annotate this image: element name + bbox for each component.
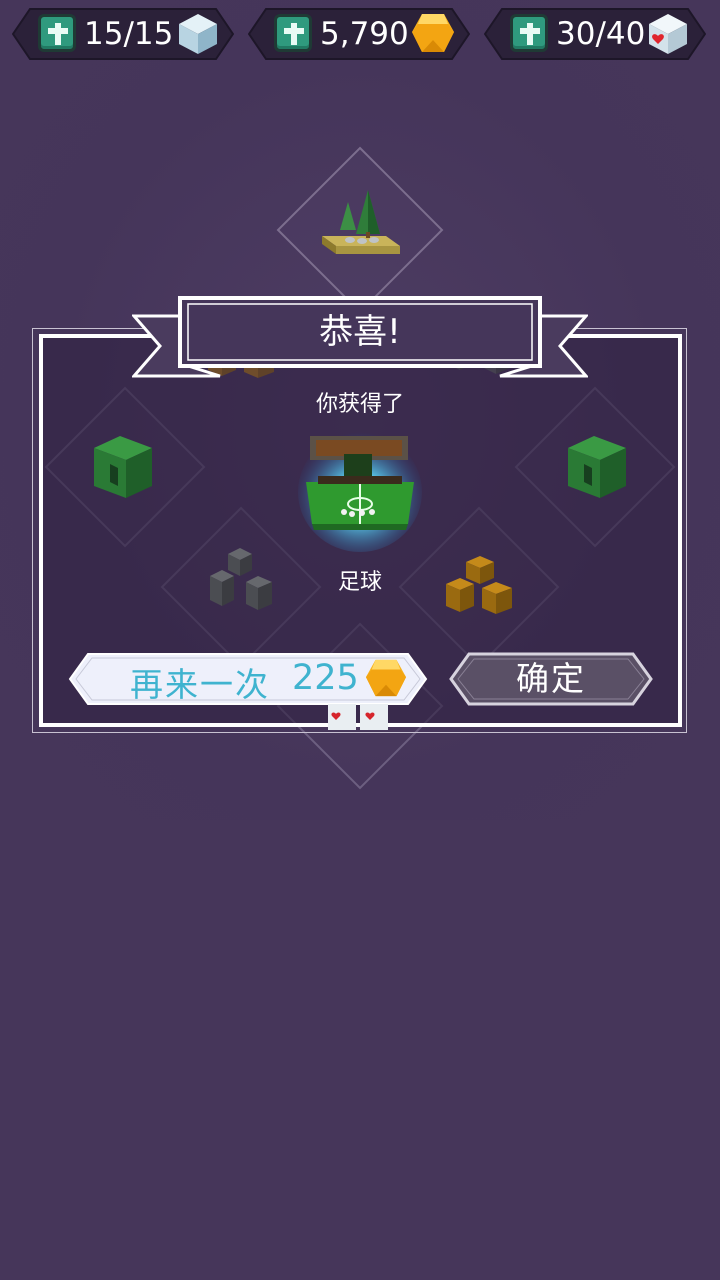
reward-name: 足球 xyxy=(337,570,382,595)
retry-button[interactable]: 再来一次 225 xyxy=(68,652,428,706)
gold-gem-icon xyxy=(365,659,407,697)
resource-heart-cube[interactable]: 30/40 xyxy=(484,8,706,60)
heart-cubes-partial-icon xyxy=(328,704,388,730)
plus-icon xyxy=(520,23,540,45)
resource-ice-cube[interactable]: 15/15 xyxy=(12,8,234,60)
soccer-field-reward-icon xyxy=(298,432,422,552)
confirm-label: 确定 xyxy=(516,659,586,698)
dialog-title: 恭喜! xyxy=(319,312,401,352)
plus-icon xyxy=(284,23,304,45)
add-button[interactable] xyxy=(274,14,312,52)
resource-gold[interactable]: 5,790 xyxy=(248,8,470,60)
resource-value: 15/15 xyxy=(84,16,174,52)
resource-value: 30/40 xyxy=(556,16,646,52)
green-block-icon xyxy=(568,436,626,498)
add-button[interactable] xyxy=(510,14,548,52)
plus-icon xyxy=(48,23,68,45)
green-block-icon xyxy=(94,436,152,498)
reward-subtitle: 你获得了 xyxy=(315,392,404,417)
retry-cost: 225 xyxy=(292,658,359,698)
add-button[interactable] xyxy=(38,14,76,52)
gold-gem-icon xyxy=(412,14,454,52)
confirm-button[interactable]: 确定 xyxy=(449,652,653,706)
retry-label: 再来一次 xyxy=(130,665,270,704)
heart-cube-icon xyxy=(649,14,687,54)
ice-cube-icon xyxy=(179,14,217,54)
resource-value: 5,790 xyxy=(320,16,409,52)
forest-tile-diamond[interactable] xyxy=(276,146,444,314)
